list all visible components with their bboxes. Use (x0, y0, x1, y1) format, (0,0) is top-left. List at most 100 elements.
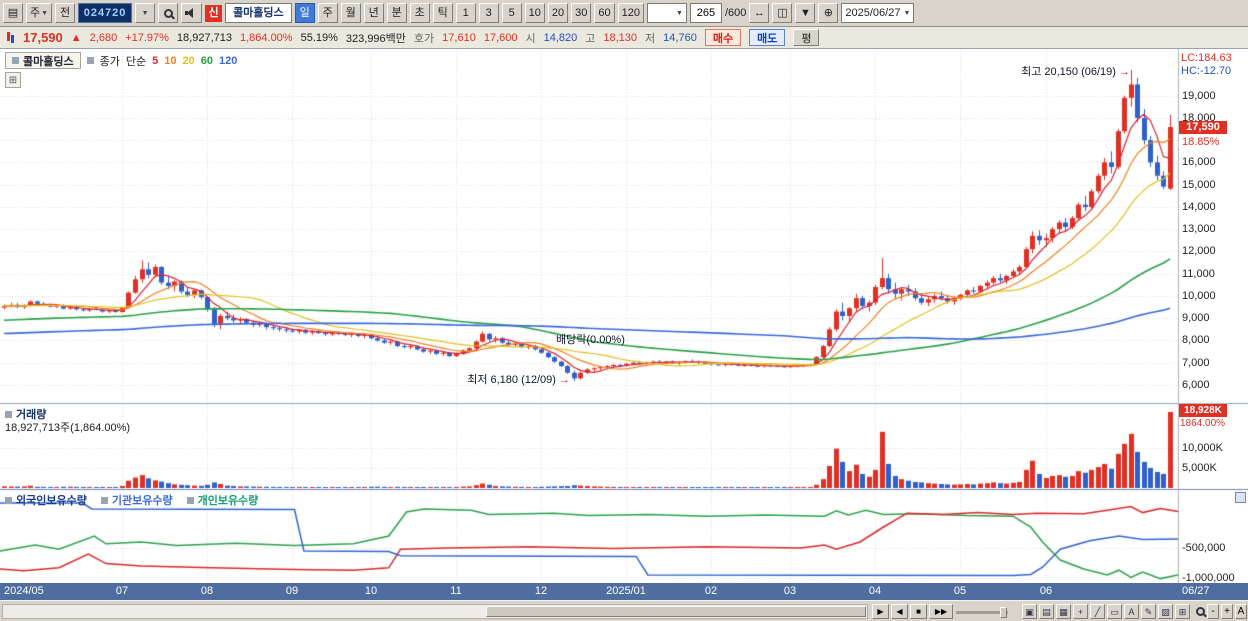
volume-rate: 1,864.00% (239, 31, 293, 44)
stop-button[interactable]: ■ (910, 604, 927, 619)
high-label: 고 (585, 32, 596, 45)
interval-30-button[interactable]: 30 (571, 3, 592, 23)
arrow-right-icon: → (559, 374, 570, 386)
zoom-slider-thumb[interactable] (1000, 607, 1007, 618)
chart-type-select[interactable]: 주 ▼ (26, 3, 53, 23)
search-button[interactable] (158, 3, 179, 23)
price-axis-label: 15,000 (1182, 178, 1216, 191)
interval-120-button[interactable]: 120 (617, 3, 645, 23)
legend-square-icon (5, 410, 12, 418)
zoom-out-button[interactable]: - (1207, 604, 1219, 619)
capture-icon[interactable]: ⊞ (1175, 604, 1190, 619)
foreign-holdings-text: 외국인보유수량 (16, 495, 87, 507)
price-type-label: 종가 (99, 55, 120, 68)
play-button[interactable]: ▶ (872, 604, 889, 619)
ma5-label: 5 (152, 54, 159, 67)
rect-tool-icon[interactable]: ▭ (1107, 604, 1122, 619)
text-tool-icon[interactable]: A (1124, 604, 1139, 619)
split-chart-icon[interactable]: ◫ (772, 3, 793, 23)
crosshair-icon[interactable]: + (1073, 604, 1088, 619)
prev-stock-button[interactable]: 전 (55, 3, 76, 23)
interval-60-button[interactable]: 60 (594, 3, 615, 23)
price-axis-label: 10,000 (1182, 289, 1216, 302)
trendline-icon[interactable]: ╱ (1090, 604, 1105, 619)
individual-holdings-label: 개인보유수량 (186, 492, 258, 508)
date-picker[interactable]: 2025/06/27 ▼ (841, 3, 915, 23)
bars-count-input[interactable] (689, 3, 722, 23)
stock-name-field[interactable]: 콜마홀딩스 (225, 3, 292, 23)
interval-5-button[interactable]: 5 (501, 3, 522, 23)
high-price: 18,130 (603, 31, 638, 44)
period-tick-button[interactable]: 틱 (432, 3, 453, 23)
chevron-down-icon: ▼ (141, 9, 149, 17)
period-year-button[interactable]: 년 (363, 3, 384, 23)
zoom-area-icon[interactable]: ▣ (1022, 604, 1037, 619)
period-second-button[interactable]: 초 (409, 3, 430, 23)
price-axis-label: 9,000 (1182, 312, 1210, 325)
hc-value: HC:-12.70 (1181, 65, 1232, 77)
change-value: 2,680 (89, 31, 118, 44)
price-axis-label: 11,000 (1182, 267, 1215, 280)
price-axis-label: 19,000 (1182, 89, 1216, 102)
fast-forward-button[interactable]: ▶▶ (929, 604, 953, 619)
settings-icon[interactable]: ⊕ (818, 3, 839, 23)
x-axis-month-label: 02 (704, 585, 718, 597)
multi-chart-icon[interactable]: ▦ (1056, 604, 1071, 619)
x-axis-month-label: 2025/01 (606, 585, 646, 597)
code-dropdown-button[interactable]: ▼ (135, 3, 156, 23)
save-icon[interactable]: ▼ (795, 3, 816, 23)
quote-bar: 17,590 ▲ 2,680 +17.97% 18,927,713 1,864.… (0, 27, 1248, 49)
price-axis-label: 7,000 (1182, 356, 1210, 369)
compare-icon[interactable]: ↔ (749, 3, 770, 23)
period-month-button[interactable]: 월 (340, 3, 361, 23)
arrow-right-icon: → (1119, 66, 1130, 78)
period-minute-button[interactable]: 분 (386, 3, 407, 23)
x-axis-month-label: 2024/05 (4, 585, 44, 597)
interval-10-button[interactable]: 10 (524, 3, 545, 23)
period-week-button[interactable]: 주 (317, 3, 338, 23)
eraser-tool-icon[interactable]: ▨ (1158, 604, 1173, 619)
auto-scale-button[interactable]: A (1235, 604, 1247, 619)
interval-select[interactable]: ▼ (647, 3, 687, 23)
ma10-label: 10 (164, 54, 177, 67)
hoga-label: 호가 (413, 32, 435, 45)
pencil-tool-icon[interactable]: ✎ (1141, 604, 1156, 619)
x-axis-month-label: 07 (115, 585, 129, 597)
current-price-percent: 18.85% (1179, 136, 1227, 148)
legend-square-icon (86, 57, 94, 64)
volume-axis-label: 10,000K (1182, 441, 1223, 454)
buy-button[interactable]: 매수 (704, 29, 742, 46)
low-label: 저 (645, 32, 656, 45)
zoom-slider[interactable] (956, 607, 1008, 618)
zoom-in-button[interactable]: + (1221, 604, 1233, 619)
period-day-button[interactable]: 일 (294, 3, 315, 23)
ownership-legend: 외국인보유수량 기관보유수량 개인보유수량 (5, 492, 258, 508)
sound-button[interactable] (181, 3, 203, 23)
low-price: 14,760 (663, 31, 697, 44)
chart-type-value: 주 (30, 6, 41, 19)
avg-price-button[interactable]: 평 (793, 29, 820, 46)
grid-toggle-button[interactable]: ⊞ (5, 72, 21, 88)
scrollbar-thumb[interactable] (485, 606, 866, 617)
legend-stock-chip[interactable]: 콜마홀딩스 (5, 52, 81, 69)
step-back-button[interactable]: ◀ (891, 604, 908, 619)
x-axis-month-label: 05 (953, 585, 967, 597)
institution-holdings-text: 기관보유수량 (111, 495, 173, 507)
x-axis-month-label: 12 (534, 585, 548, 597)
magnifier-icon[interactable] (1196, 607, 1205, 616)
chart-scrollbar[interactable] (2, 604, 868, 619)
chart-legend: 콜마홀딩스 종가 단순 5 10 20 60 120 (5, 52, 237, 69)
price-axis-label: 6,000 (1182, 379, 1210, 391)
interval-1-button[interactable]: 1 (455, 3, 476, 23)
turnover-rate: 55.19% (300, 31, 338, 44)
current-volume-badge: 18,928K (1179, 404, 1227, 417)
sell-button[interactable]: 매도 (749, 29, 786, 46)
volume-detail: 18,927,713주(1,864.00%) (5, 422, 131, 434)
interval-3-button[interactable]: 3 (478, 3, 499, 23)
chart-canvas[interactable] (0, 0, 1248, 621)
stock-code-input[interactable] (78, 3, 133, 23)
ownership-pane-button[interactable] (1235, 492, 1246, 503)
chart-window-icon[interactable]: ▤ (3, 3, 23, 23)
interval-20-button[interactable]: 20 (547, 3, 569, 23)
chart-settings-icon[interactable]: ▤ (1039, 604, 1054, 619)
